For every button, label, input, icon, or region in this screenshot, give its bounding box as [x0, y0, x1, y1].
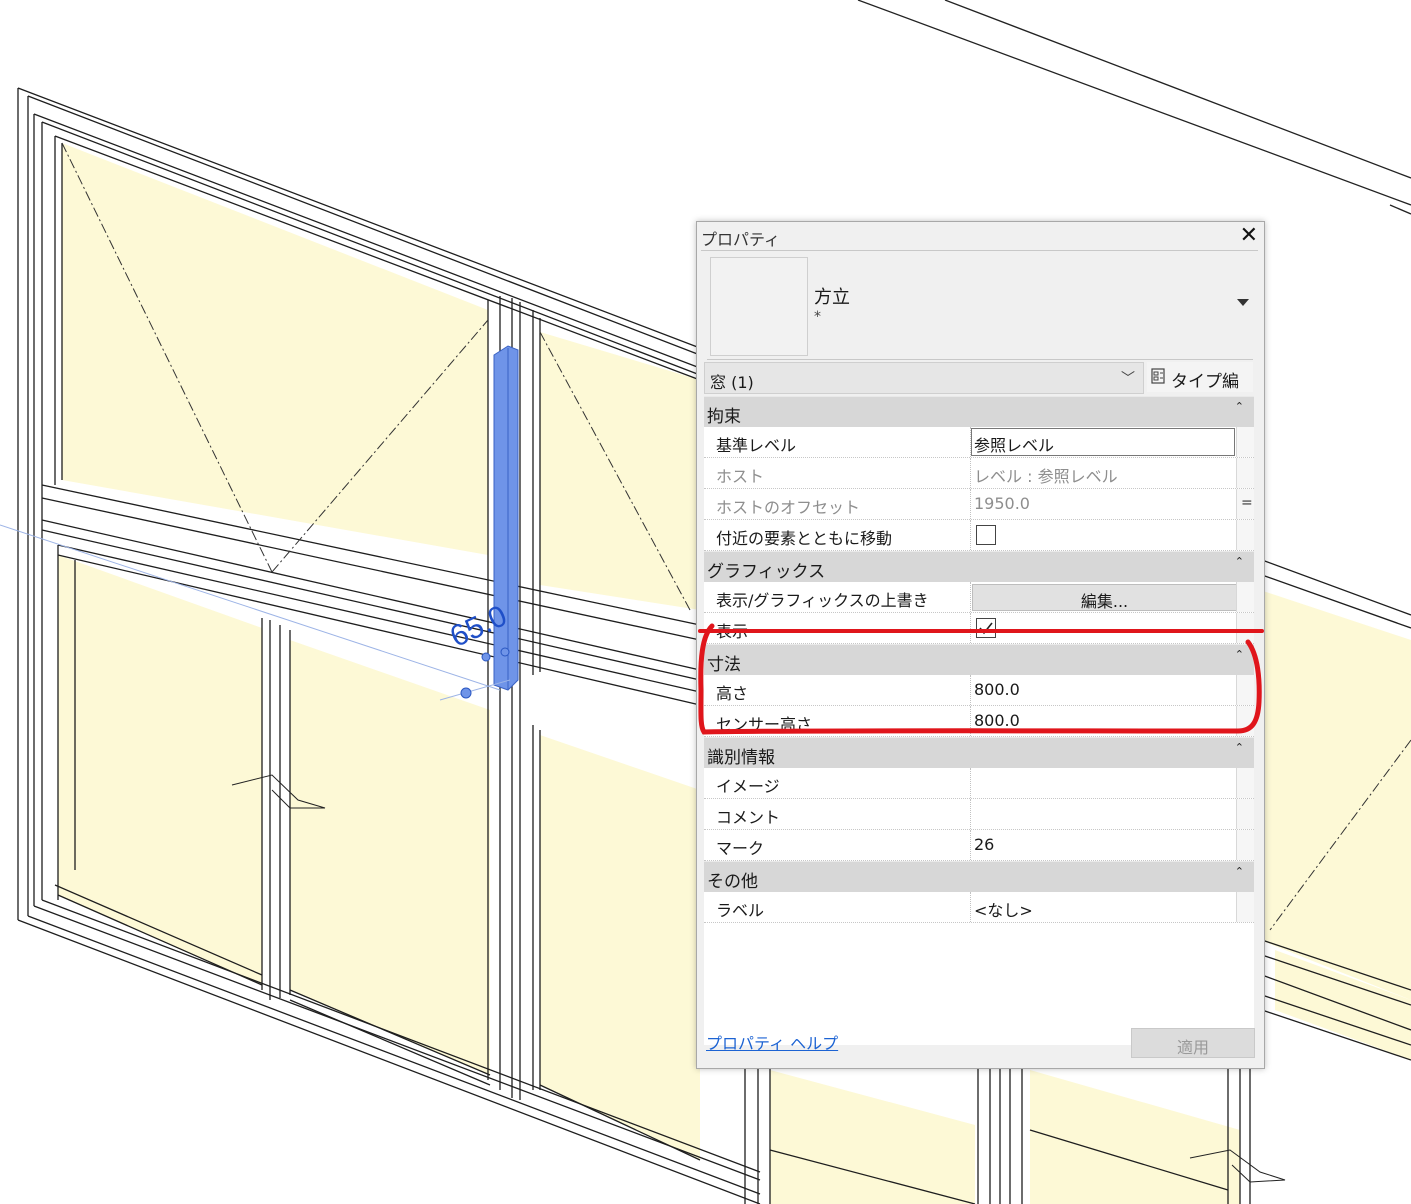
properties-help-link[interactable]: プロパティ ヘルプ [706, 1030, 838, 1054]
property-name: 表示 [716, 622, 749, 641]
property-row-visible: 表示 [704, 613, 1254, 644]
category-constraints[interactable]: 拘束 ⌃ [704, 396, 1254, 427]
row-gutter [1236, 458, 1254, 488]
property-row-vg-overrides: 表示/グラフィックスの上書き 編集... [704, 582, 1254, 613]
property-row-height: 高さ 800.0 [704, 675, 1254, 706]
property-name: ラベル [716, 901, 765, 920]
type-subtitle: * [814, 309, 821, 325]
column-divider [970, 613, 972, 643]
property-name: コメント [716, 808, 781, 827]
type-name: 方立 [814, 287, 850, 308]
row-gutter [1236, 892, 1254, 922]
column-divider [970, 706, 972, 736]
column-divider [970, 520, 972, 550]
collapse-icon[interactable]: ⌃ [1235, 741, 1244, 754]
property-name: ホスト [716, 467, 765, 486]
selected-mullion[interactable] [493, 345, 519, 691]
move-with-nearby-checkbox[interactable] [976, 525, 996, 545]
type-dropdown-arrow-icon[interactable] [1237, 299, 1249, 306]
property-row-base-level: 基準レベル 参照レベル [704, 427, 1254, 458]
mark-value[interactable]: 26 [974, 835, 994, 854]
column-divider [970, 799, 972, 829]
edit-overrides-button[interactable]: 編集... [972, 584, 1237, 611]
property-value: 参照レベル [974, 436, 1055, 455]
edit-type-button[interactable]: タイプ編集 [1147, 362, 1253, 417]
column-divider [970, 675, 972, 705]
row-gutter [1236, 427, 1254, 457]
edit-type-icon [1151, 368, 1165, 384]
property-name: イメージ [716, 777, 780, 796]
property-name: 表示/グラフィックスの上書き [716, 591, 929, 610]
property-name: 付近の要素とともに移動 [716, 529, 893, 548]
property-grid: 拘束 ⌃ 基準レベル 参照レベル ホスト レベル : 参照レベル ホストのオフセ… [704, 396, 1254, 1045]
property-name: マーク [716, 839, 765, 858]
row-gutter [1236, 768, 1254, 798]
column-divider [970, 892, 972, 922]
property-row-host: ホスト レベル : 参照レベル [704, 458, 1254, 489]
collapse-icon[interactable]: ⌃ [1235, 648, 1244, 661]
properties-palette: プロパティ ✕ 方立 * 窓 (1) ﹀ タイプ編集 拘束 ⌃ [696, 221, 1265, 1069]
base-level-field[interactable]: 参照レベル [971, 428, 1235, 456]
visible-checkbox[interactable] [976, 618, 996, 638]
property-name: 高さ [716, 684, 749, 703]
category-identity-data[interactable]: 識別情報 ⌃ [704, 737, 1254, 768]
filter-bar: 窓 (1) ﹀ タイプ編集 [704, 362, 1254, 417]
row-gutter [1236, 613, 1254, 643]
category-label: その他 [707, 872, 758, 892]
category-label: 寸法 [707, 655, 741, 675]
property-row-label: ラベル <なし> [704, 892, 1254, 923]
collapse-icon[interactable]: ⌃ [1235, 865, 1244, 878]
collapse-icon[interactable]: ⌃ [1235, 400, 1244, 413]
roof-edge-lines [857, 0, 1411, 215]
apply-button[interactable]: 適用 [1131, 1028, 1255, 1058]
associate-parameter-icon[interactable]: = [1241, 495, 1253, 511]
property-row-move-with-nearby: 付近の要素とともに移動 [704, 520, 1254, 551]
checkmark-icon [979, 622, 993, 635]
palette-title: プロパティ [701, 230, 781, 249]
property-row-comment: コメント [704, 799, 1254, 830]
height-value[interactable]: 800.0 [974, 680, 1020, 699]
property-value: 1950.0 [974, 494, 1030, 513]
chevron-down-icon: ﹀ [1121, 371, 1135, 387]
property-row-host-offset: ホストのオフセット 1950.0 = [704, 489, 1254, 520]
grid-empty-area [704, 923, 1254, 1045]
row-gutter [1236, 830, 1254, 860]
label-value[interactable]: <なし> [974, 897, 1033, 921]
column-divider [970, 830, 972, 860]
property-name: ホストのオフセット [716, 498, 861, 517]
apply-button-label: 適用 [1176, 1038, 1209, 1057]
property-value: レベル : 参照レベル [974, 467, 1118, 486]
category-other[interactable]: その他 ⌃ [704, 861, 1254, 892]
button-label: 編集... [1080, 592, 1129, 611]
close-icon[interactable]: ✕ [1240, 223, 1258, 248]
row-gutter [1236, 706, 1254, 736]
property-name: 基準レベル [716, 436, 797, 455]
row-gutter [1236, 799, 1254, 829]
row-gutter [1236, 582, 1254, 612]
category-label: グラフィックス [707, 562, 826, 582]
type-preview-image [710, 257, 808, 356]
column-divider [970, 768, 972, 798]
column-divider [970, 458, 972, 488]
element-filter-select[interactable]: 窓 (1) ﹀ [704, 362, 1144, 394]
divider [701, 250, 1258, 251]
category-dimensions[interactable]: 寸法 ⌃ [704, 644, 1254, 675]
sensor-height-value[interactable]: 800.0 [974, 711, 1020, 730]
filter-value: 窓 (1) [710, 373, 754, 392]
category-label: 拘束 [707, 407, 741, 427]
property-row-image: イメージ [704, 768, 1254, 799]
column-divider [970, 489, 972, 519]
row-gutter [1236, 675, 1254, 705]
category-label: 識別情報 [707, 748, 775, 768]
type-selector[interactable]: 方立 * [707, 255, 1253, 360]
collapse-icon[interactable]: ⌃ [1235, 555, 1244, 568]
property-row-sensor-height: センサー高さ 800.0 [704, 706, 1254, 737]
property-row-mark: マーク 26 [704, 830, 1254, 861]
palette-titlebar[interactable]: プロパティ ✕ [697, 222, 1264, 250]
row-gutter [1236, 520, 1254, 550]
category-graphics[interactable]: グラフィックス ⌃ [704, 551, 1254, 582]
property-name: センサー高さ [716, 715, 813, 734]
